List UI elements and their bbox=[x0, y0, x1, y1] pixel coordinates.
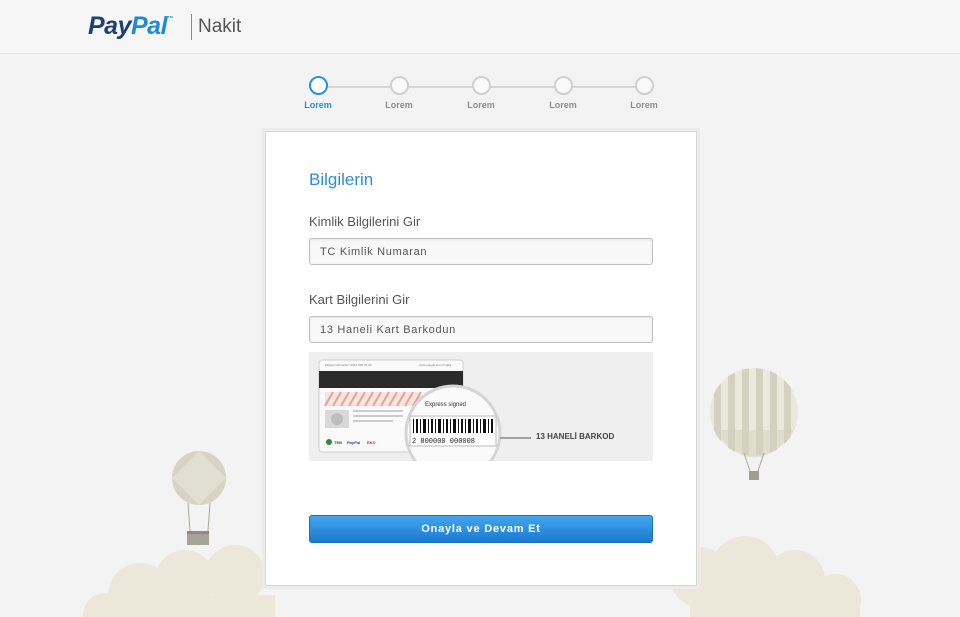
step-label: Lorem bbox=[467, 100, 495, 110]
step-3: Lorem bbox=[459, 76, 503, 110]
barcode-caption: 13 HANELİ BARKOD bbox=[536, 432, 615, 441]
logo-tm: ™ bbox=[167, 16, 173, 22]
signature-text: Express signed bbox=[425, 402, 466, 408]
card-header-left: Müşteri Hizmetleri: 0212 000 00 00 bbox=[325, 363, 372, 367]
tc-identity-input[interactable] bbox=[309, 238, 653, 265]
step-1: Lorem bbox=[296, 76, 340, 110]
step-label: Lorem bbox=[385, 100, 413, 110]
step-dot-icon bbox=[471, 76, 491, 95]
barcode-number: 2 800000 000008 bbox=[412, 438, 475, 446]
progress-stepper: Lorem Lorem Lorem Lorem Lorem bbox=[296, 76, 666, 116]
step-label: Lorem bbox=[549, 100, 577, 110]
svg-text:EKO: EKO bbox=[367, 440, 376, 445]
step-4: Lorem bbox=[541, 76, 585, 110]
step-dot-icon bbox=[634, 76, 654, 95]
product-name: Nakit bbox=[198, 16, 242, 37]
confirm-continue-button[interactable]: Onayla ve Devam Et bbox=[309, 515, 653, 543]
card-back-image: Müşteri Hizmetleri: 0212 000 00 00 www.p… bbox=[318, 359, 531, 482]
paypal-logo[interactable]: PayPal™ bbox=[88, 12, 173, 41]
logo-divider bbox=[191, 14, 192, 40]
right-balloon bbox=[710, 368, 798, 480]
step-dot-icon bbox=[308, 76, 328, 95]
card-label: Kart Bilgilerini Gir bbox=[309, 292, 410, 307]
logo-pal: Pal bbox=[130, 12, 168, 40]
step-dot-icon bbox=[389, 76, 409, 95]
step-label: Lorem bbox=[630, 100, 658, 110]
barcode-help-illustration: Müşteri Hizmetleri: 0212 000 00 00 www.p… bbox=[309, 352, 653, 482]
barcode-icon bbox=[413, 419, 493, 433]
logo-pay: Pay bbox=[88, 12, 131, 40]
step-5: Lorem bbox=[622, 76, 666, 110]
identity-label: Kimlik Bilgilerini Gir bbox=[309, 214, 421, 229]
svg-text:PayPal: PayPal bbox=[347, 440, 361, 445]
signature-stripe bbox=[324, 391, 422, 407]
step-label: Lorem bbox=[304, 100, 332, 110]
svg-text:TEB: TEB bbox=[334, 440, 342, 445]
info-form-card: Bilgilerin Kimlik Bilgilerini Gir Kart B… bbox=[265, 131, 697, 586]
card-header-right: www.paypal.com.tr/nakit bbox=[419, 363, 452, 367]
card-barcode-input[interactable] bbox=[309, 316, 653, 343]
step-dot-icon bbox=[553, 76, 573, 95]
header: PayPal™ Nakit bbox=[0, 0, 960, 54]
form-title: Bilgilerin bbox=[309, 170, 374, 189]
step-2: Lorem bbox=[377, 76, 421, 110]
left-balloon bbox=[172, 451, 226, 545]
